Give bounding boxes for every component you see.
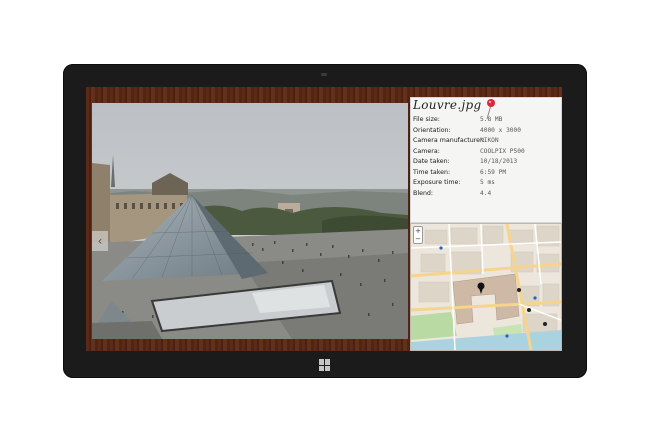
- zoom-in-button[interactable]: +: [414, 227, 422, 235]
- metadata-value: 10/18/2013: [480, 158, 518, 165]
- metadata-row-blend: Blend: 4.4: [413, 189, 559, 200]
- metadata-label: Camera manufacturer:: [413, 137, 485, 144]
- metadata-label: Date taken:: [413, 158, 450, 165]
- metadata-value: 4.4: [480, 189, 492, 197]
- location-map[interactable]: + −: [410, 223, 562, 351]
- metadata-list: File size: 5.8 MB Orientation: 4000 x 30…: [413, 115, 559, 199]
- louvre-photo: [92, 103, 408, 339]
- photo-info-card: Louvre.jpg File size: 5.8 MB Orientation…: [410, 97, 562, 223]
- metadata-value: 4000 x 3000: [480, 126, 521, 134]
- metadata-label: File size:: [413, 116, 440, 123]
- camera-lens: [321, 73, 327, 76]
- metadata-value: 5.8 MB: [480, 116, 503, 123]
- metadata-value: 6:59 PM: [480, 168, 507, 176]
- metadata-row-orientation: Orientation: 4000 x 3000: [413, 126, 559, 137]
- metadata-label: Exposure time:: [413, 179, 461, 186]
- metadata-value: 5 ms: [480, 179, 495, 186]
- metadata-row-exposure-time: Exposure time: 5 ms: [413, 178, 559, 189]
- windows-logo-tile: [319, 359, 324, 365]
- metadata-row-camera-manufacturer: Camera manufacturer: NIKON: [413, 136, 559, 147]
- metadata-row-date-taken: Date taken: 10/18/2013: [413, 157, 559, 168]
- metadata-label: Blend:: [413, 189, 434, 197]
- windows-start-button[interactable]: [319, 359, 331, 371]
- zoom-out-button[interactable]: −: [414, 235, 422, 243]
- windows-logo-tile: [319, 365, 324, 371]
- map-tiles: [411, 224, 561, 350]
- metadata-row-time-taken: Time taken: 6:59 PM: [413, 168, 559, 179]
- map-zoom-controls: + −: [413, 226, 423, 244]
- metadata-value: COOLPIX P500: [480, 147, 525, 155]
- metadata-label: Camera:: [413, 147, 440, 155]
- metadata-label: Time taken:: [413, 168, 451, 176]
- metadata-value: NIKON: [480, 137, 499, 144]
- tablet-device: ‹ Louvre.jpg File size: 5.8 MB Orientati…: [63, 64, 587, 378]
- previous-photo-button[interactable]: ‹: [92, 231, 108, 251]
- file-name-title: Louvre.jpg: [413, 98, 482, 112]
- metadata-row-file-size: File size: 5.8 MB: [413, 115, 559, 126]
- screen: ‹ Louvre.jpg File size: 5.8 MB Orientati…: [86, 87, 562, 351]
- metadata-row-camera: Camera: COOLPIX P500: [413, 147, 559, 158]
- metadata-label: Orientation:: [413, 126, 451, 134]
- windows-logo-tile: [325, 359, 330, 365]
- windows-logo-tile: [325, 365, 330, 371]
- photo-viewer[interactable]: ‹: [92, 103, 408, 339]
